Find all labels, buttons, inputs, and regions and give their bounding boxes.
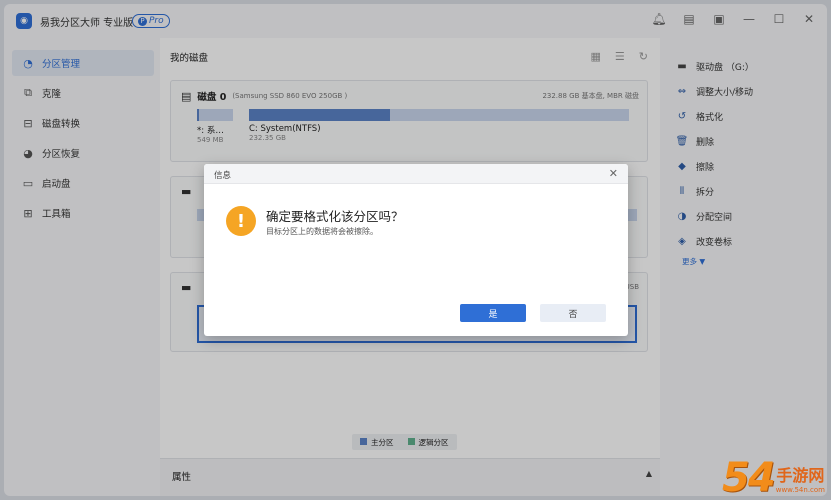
dialog-header: 信息 ✕ (204, 164, 628, 184)
dialog-title: 信息 (214, 171, 232, 181)
dialog-message: 目标分区上的数据将会被擦除。 (266, 227, 378, 236)
no-button[interactable]: 否 (540, 304, 606, 322)
dialog-close-icon[interactable]: ✕ (609, 167, 618, 180)
watermark-text-block: 手游网 www.54n.com (776, 462, 825, 494)
confirm-format-dialog: 信息 ✕ ! 确定要格式化该分区吗？ 目标分区上的数据将会被擦除。 是 否 (204, 164, 628, 336)
watermark-url: www.54n.com (775, 486, 825, 494)
site-watermark: 54 手游网 www.54n.com (722, 458, 825, 498)
dialog-question: 确定要格式化该分区吗？ (266, 209, 404, 224)
warning-icon: ! (226, 206, 256, 236)
yes-button[interactable]: 是 (460, 304, 526, 322)
watermark-site-name: 手游网 (776, 466, 825, 485)
watermark-number: 54 (722, 455, 776, 500)
